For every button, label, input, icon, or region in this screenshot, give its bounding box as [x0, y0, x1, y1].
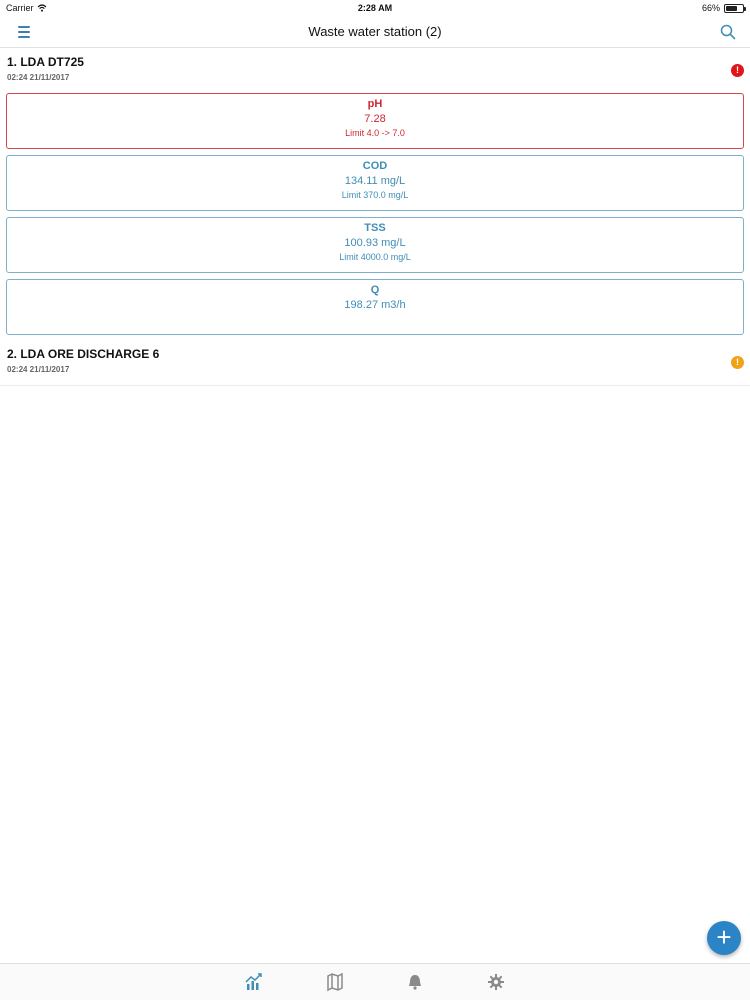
station-header[interactable]: 2. LDA ORE DISCHARGE 6 02:24 21/11/2017 … [0, 341, 750, 386]
measure-card-tss[interactable]: TSS 100.93 mg/L Limit 4000.0 mg/L [6, 217, 744, 273]
battery-indicator: 66% [701, 3, 746, 13]
battery-percent: 66% [701, 3, 720, 13]
measure-limit: Limit 370.0 mg/L [341, 190, 409, 200]
measure-name: pH [367, 98, 383, 110]
station-card: 2. LDA ORE DISCHARGE 6 02:24 21/11/2017 … [0, 341, 750, 386]
measure-value: 7.28 [364, 113, 386, 125]
measure-card-cod[interactable]: COD 134.11 mg/L Limit 370.0 mg/L [6, 155, 744, 211]
measure-value: 100.93 mg/L [344, 237, 406, 249]
station-card: 1. LDA DT725 02:24 21/11/2017 ! pH 7.28 … [0, 49, 750, 341]
measure-card-ph[interactable]: pH 7.28 Limit 4.0 -> 7.0 [6, 93, 744, 149]
station-header[interactable]: 1. LDA DT725 02:24 21/11/2017 ! [0, 49, 750, 93]
measure-value: 134.11 mg/L [344, 175, 406, 187]
measure-limit: Limit 4.0 -> 7.0 [345, 128, 405, 138]
clock: 2:28 AM [357, 3, 393, 13]
measure-name: COD [362, 160, 388, 172]
station-name: 1. LDA DT725 [7, 55, 84, 69]
measure-name: TSS [364, 222, 386, 234]
status-bar: Carrier 2:28 AM 66% [0, 0, 750, 16]
bell-icon[interactable] [405, 972, 425, 992]
station-name: 2. LDA ORE DISCHARGE 6 [7, 347, 160, 361]
add-button[interactable]: + [707, 921, 741, 955]
chart-icon[interactable] [244, 972, 264, 992]
measure-card-q[interactable]: Q 198.27 m3/h [6, 279, 744, 335]
station-timestamp: 02:24 21/11/2017 [7, 365, 70, 374]
battery-fill [726, 5, 737, 11]
measure-limit: Limit 4000.0 mg/L [339, 252, 411, 262]
measure-value: 198.27 m3/h [344, 299, 406, 311]
measure-name: Q [370, 284, 380, 296]
warning-icon[interactable]: ! [731, 356, 744, 369]
search-icon[interactable] [718, 22, 738, 42]
navigation-bar: Waste water station (2) [0, 16, 750, 48]
page-title: Waste water station (2) [308, 24, 442, 39]
battery-icon [724, 3, 746, 13]
tab-bar [0, 963, 750, 1000]
station-timestamp: 02:24 21/11/2017 [7, 73, 70, 82]
alert-icon[interactable]: ! [731, 64, 744, 77]
gear-icon[interactable] [486, 972, 506, 992]
map-icon[interactable] [325, 972, 345, 992]
